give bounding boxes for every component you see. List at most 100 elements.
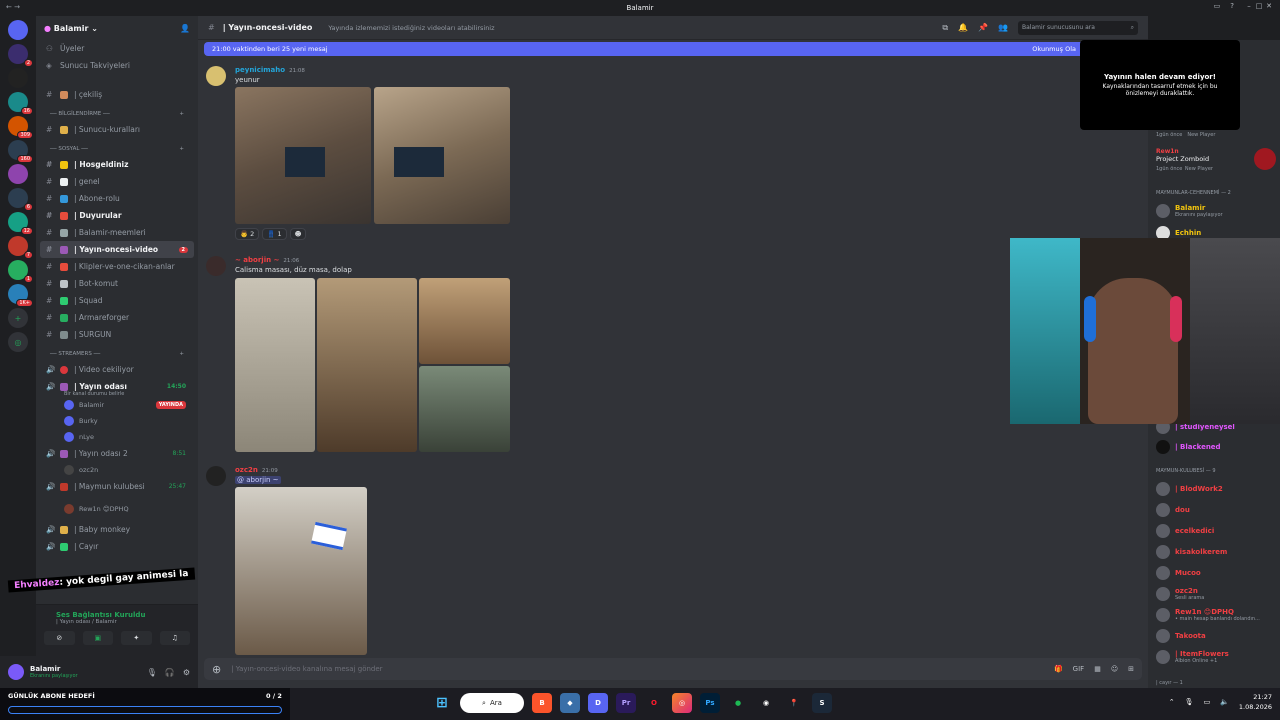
spotify-icon[interactable]: ● xyxy=(728,693,748,713)
members-link[interactable]: ⚇ Üyeler xyxy=(40,40,194,57)
add-server-icon[interactable]: + xyxy=(8,308,28,328)
back-arrows-icon[interactable]: ← → xyxy=(6,3,20,11)
close-icon[interactable]: ✕ xyxy=(1264,2,1274,10)
discord-icon[interactable] xyxy=(8,20,28,40)
mic-icon[interactable]: 🎙 xyxy=(1185,698,1194,706)
reaction-button[interactable]: 👨 2 xyxy=(235,228,260,240)
server-3-icon[interactable]: 16 xyxy=(8,92,33,115)
avatar[interactable] xyxy=(206,66,226,86)
category-streamers[interactable]: ── STREAMERS ── + xyxy=(40,347,194,361)
premiere-icon[interactable]: Pr xyxy=(616,693,636,713)
composer-placeholder[interactable]: | Yayın-oncesi-video kanalına mesaj gönd… xyxy=(231,665,382,673)
add-channel-icon[interactable]: + xyxy=(179,351,184,357)
maps-icon[interactable]: 📍 xyxy=(784,693,804,713)
steam-icon[interactable]: S xyxy=(812,693,832,713)
voice-user[interactable]: nLye xyxy=(40,429,194,445)
settings-icon[interactable]: ⚙ xyxy=(183,668,190,677)
channel-cekilis[interactable]: # | çekiliş xyxy=(40,86,194,103)
stream-preview-paused[interactable]: Yayının halen devam ediyor! Kaynaklarınd… xyxy=(1080,40,1240,130)
member-balamir[interactable]: Balamir Ekranını paylaşıyor xyxy=(1156,202,1276,220)
new-messages-banner[interactable]: 21:00 vaktinden beri 25 yeni mesaj Okunmu… xyxy=(204,42,1084,56)
camera-off-icon[interactable]: ⊘ xyxy=(44,631,75,645)
soundboard-icon[interactable]: ♫ xyxy=(159,631,190,645)
add-channel-icon[interactable]: + xyxy=(179,146,184,152)
server-8-icon[interactable]: 12 xyxy=(8,212,33,235)
voice-video-cekiliyor[interactable]: 🔊 | Video cekiliyor xyxy=(40,361,194,378)
add-reaction-button[interactable]: ☻ xyxy=(289,228,307,240)
voice-status-title[interactable]: Ses Bağlantısı Kuruldu xyxy=(36,605,198,619)
member-item[interactable]: | BlodWork2 xyxy=(1156,480,1276,498)
attachment-image[interactable] xyxy=(235,278,315,452)
member-item[interactable]: | ItemFlowers Albion Online +1 xyxy=(1156,648,1276,666)
add-member-icon[interactable]: 👤 xyxy=(180,24,190,33)
bell-icon[interactable]: 🔔 xyxy=(958,23,968,32)
channel-topic[interactable]: Yayında izlememizi istediğiniz videoları… xyxy=(328,24,494,32)
voice-user[interactable]: ozc2n xyxy=(40,462,194,478)
category-sosyal[interactable]: ── SOSYAL ── + xyxy=(40,142,194,156)
gift-icon[interactable]: 🎁 xyxy=(1054,665,1063,673)
category-bilgilendirme[interactable]: ── BİLGİLENDİRME ── + xyxy=(40,107,194,121)
windows-start-icon[interactable]: ⊞ xyxy=(432,693,452,713)
channel-item[interactable]: # | Bot-komut xyxy=(40,275,194,292)
brave-icon[interactable]: B xyxy=(532,693,552,713)
attachment-image[interactable] xyxy=(419,366,510,452)
member-item[interactable]: Mucoo xyxy=(1156,564,1276,582)
voice-maymun-kulubesi[interactable]: 🔊 | Maymun kulubesi 25:47 xyxy=(40,478,194,495)
message-author[interactable]: ozc2n xyxy=(235,466,258,474)
server-n-icon[interactable] xyxy=(8,68,28,88)
channel-item[interactable]: # | Duyurular xyxy=(40,207,194,224)
explore-icon[interactable]: ◎ xyxy=(8,332,28,352)
obs-icon[interactable]: ◉ xyxy=(756,693,776,713)
reaction-button[interactable]: 👖 1 xyxy=(262,228,287,240)
server-5-icon[interactable]: 160 xyxy=(8,140,33,163)
channel-item[interactable]: # | SURGUN xyxy=(40,326,194,343)
server-7-icon[interactable]: 6 xyxy=(8,188,33,211)
help-icon[interactable]: ? xyxy=(1230,2,1234,10)
voice-user[interactable]: Balamir YAYINDA xyxy=(40,397,194,413)
attachment-image[interactable] xyxy=(374,87,510,224)
emoji-icon[interactable]: ☺ xyxy=(1111,665,1118,673)
screen-share-icon[interactable]: ▣ xyxy=(82,631,113,645)
server-10-icon[interactable]: 1 xyxy=(8,260,33,283)
channel-item[interactable]: # | genel xyxy=(40,173,194,190)
message-author[interactable]: ~ aborjin ~ xyxy=(235,256,279,264)
member-item[interactable]: Takoota xyxy=(1156,627,1276,645)
avatar[interactable] xyxy=(206,466,226,486)
opera-icon[interactable]: O xyxy=(644,693,664,713)
threads-icon[interactable]: ⧉ xyxy=(942,23,948,33)
attachment-image[interactable] xyxy=(317,278,417,452)
member-blackened[interactable]: | Blackened xyxy=(1156,438,1276,456)
guild-header[interactable]: ● Balamir ⌄ 👤 xyxy=(36,16,198,40)
attachment-image[interactable] xyxy=(419,278,510,364)
window-controls[interactable]: – □ ✕ xyxy=(1244,2,1274,10)
member-item[interactable]: ozc2n Sesli arama xyxy=(1156,585,1276,603)
discord-taskbar-icon[interactable]: D xyxy=(588,693,608,713)
voice-yayin-odasi[interactable]: 🔊 | Yayın odası 14:50 xyxy=(40,378,194,395)
gif-icon[interactable]: GIF xyxy=(1073,665,1085,673)
pin-icon[interactable]: 📌 xyxy=(978,23,988,32)
server-9-icon[interactable]: 7 xyxy=(8,236,33,259)
member-item[interactable]: dou xyxy=(1156,501,1276,519)
avatar[interactable] xyxy=(8,664,24,680)
channel-item[interactable]: # | Yayın-oncesi-video 2 xyxy=(40,241,194,258)
apps-icon[interactable]: ⊞ xyxy=(1128,665,1134,673)
photoshop-icon[interactable]: Ps xyxy=(700,693,720,713)
message-composer[interactable]: ⊕ | Yayın-oncesi-video kanalına mesaj gö… xyxy=(204,658,1142,680)
voice-yayin-odasi-2[interactable]: 🔊 | Yayın odası 2 8:51 xyxy=(40,445,194,462)
avatar[interactable] xyxy=(206,256,226,276)
mic-icon[interactable]: 🎙 xyxy=(147,668,157,677)
voice-baby-monkey[interactable]: 🔊 | Baby monkey xyxy=(40,521,194,538)
mark-read-button[interactable]: Okunmuş Ola xyxy=(1032,45,1076,53)
voice-user[interactable]: Rew1n 😊DPHQ xyxy=(40,501,194,517)
taskbar-search[interactable]: ⌕ Ara xyxy=(460,693,524,713)
reply-mention[interactable]: @ aborjin ~ xyxy=(235,476,281,484)
channel-item[interactable]: # | Klipler-ve-one-cikan-anlar xyxy=(40,258,194,275)
voice-user[interactable]: Burky xyxy=(40,413,194,429)
channel-item[interactable]: # | Hosgeldiniz xyxy=(40,156,194,173)
minimize-icon[interactable]: – xyxy=(1244,2,1254,10)
maximize-icon[interactable]: □ xyxy=(1254,2,1264,10)
server-1-icon[interactable]: 2 xyxy=(8,44,33,67)
boosts-link[interactable]: ◈ Sunucu Takviyeleri xyxy=(40,57,194,74)
member-rew1n-activity[interactable]: Rew1n Project Zomboid 1gün önce New Play… xyxy=(1156,148,1276,180)
member-list-icon[interactable]: 👥 xyxy=(998,23,1008,32)
